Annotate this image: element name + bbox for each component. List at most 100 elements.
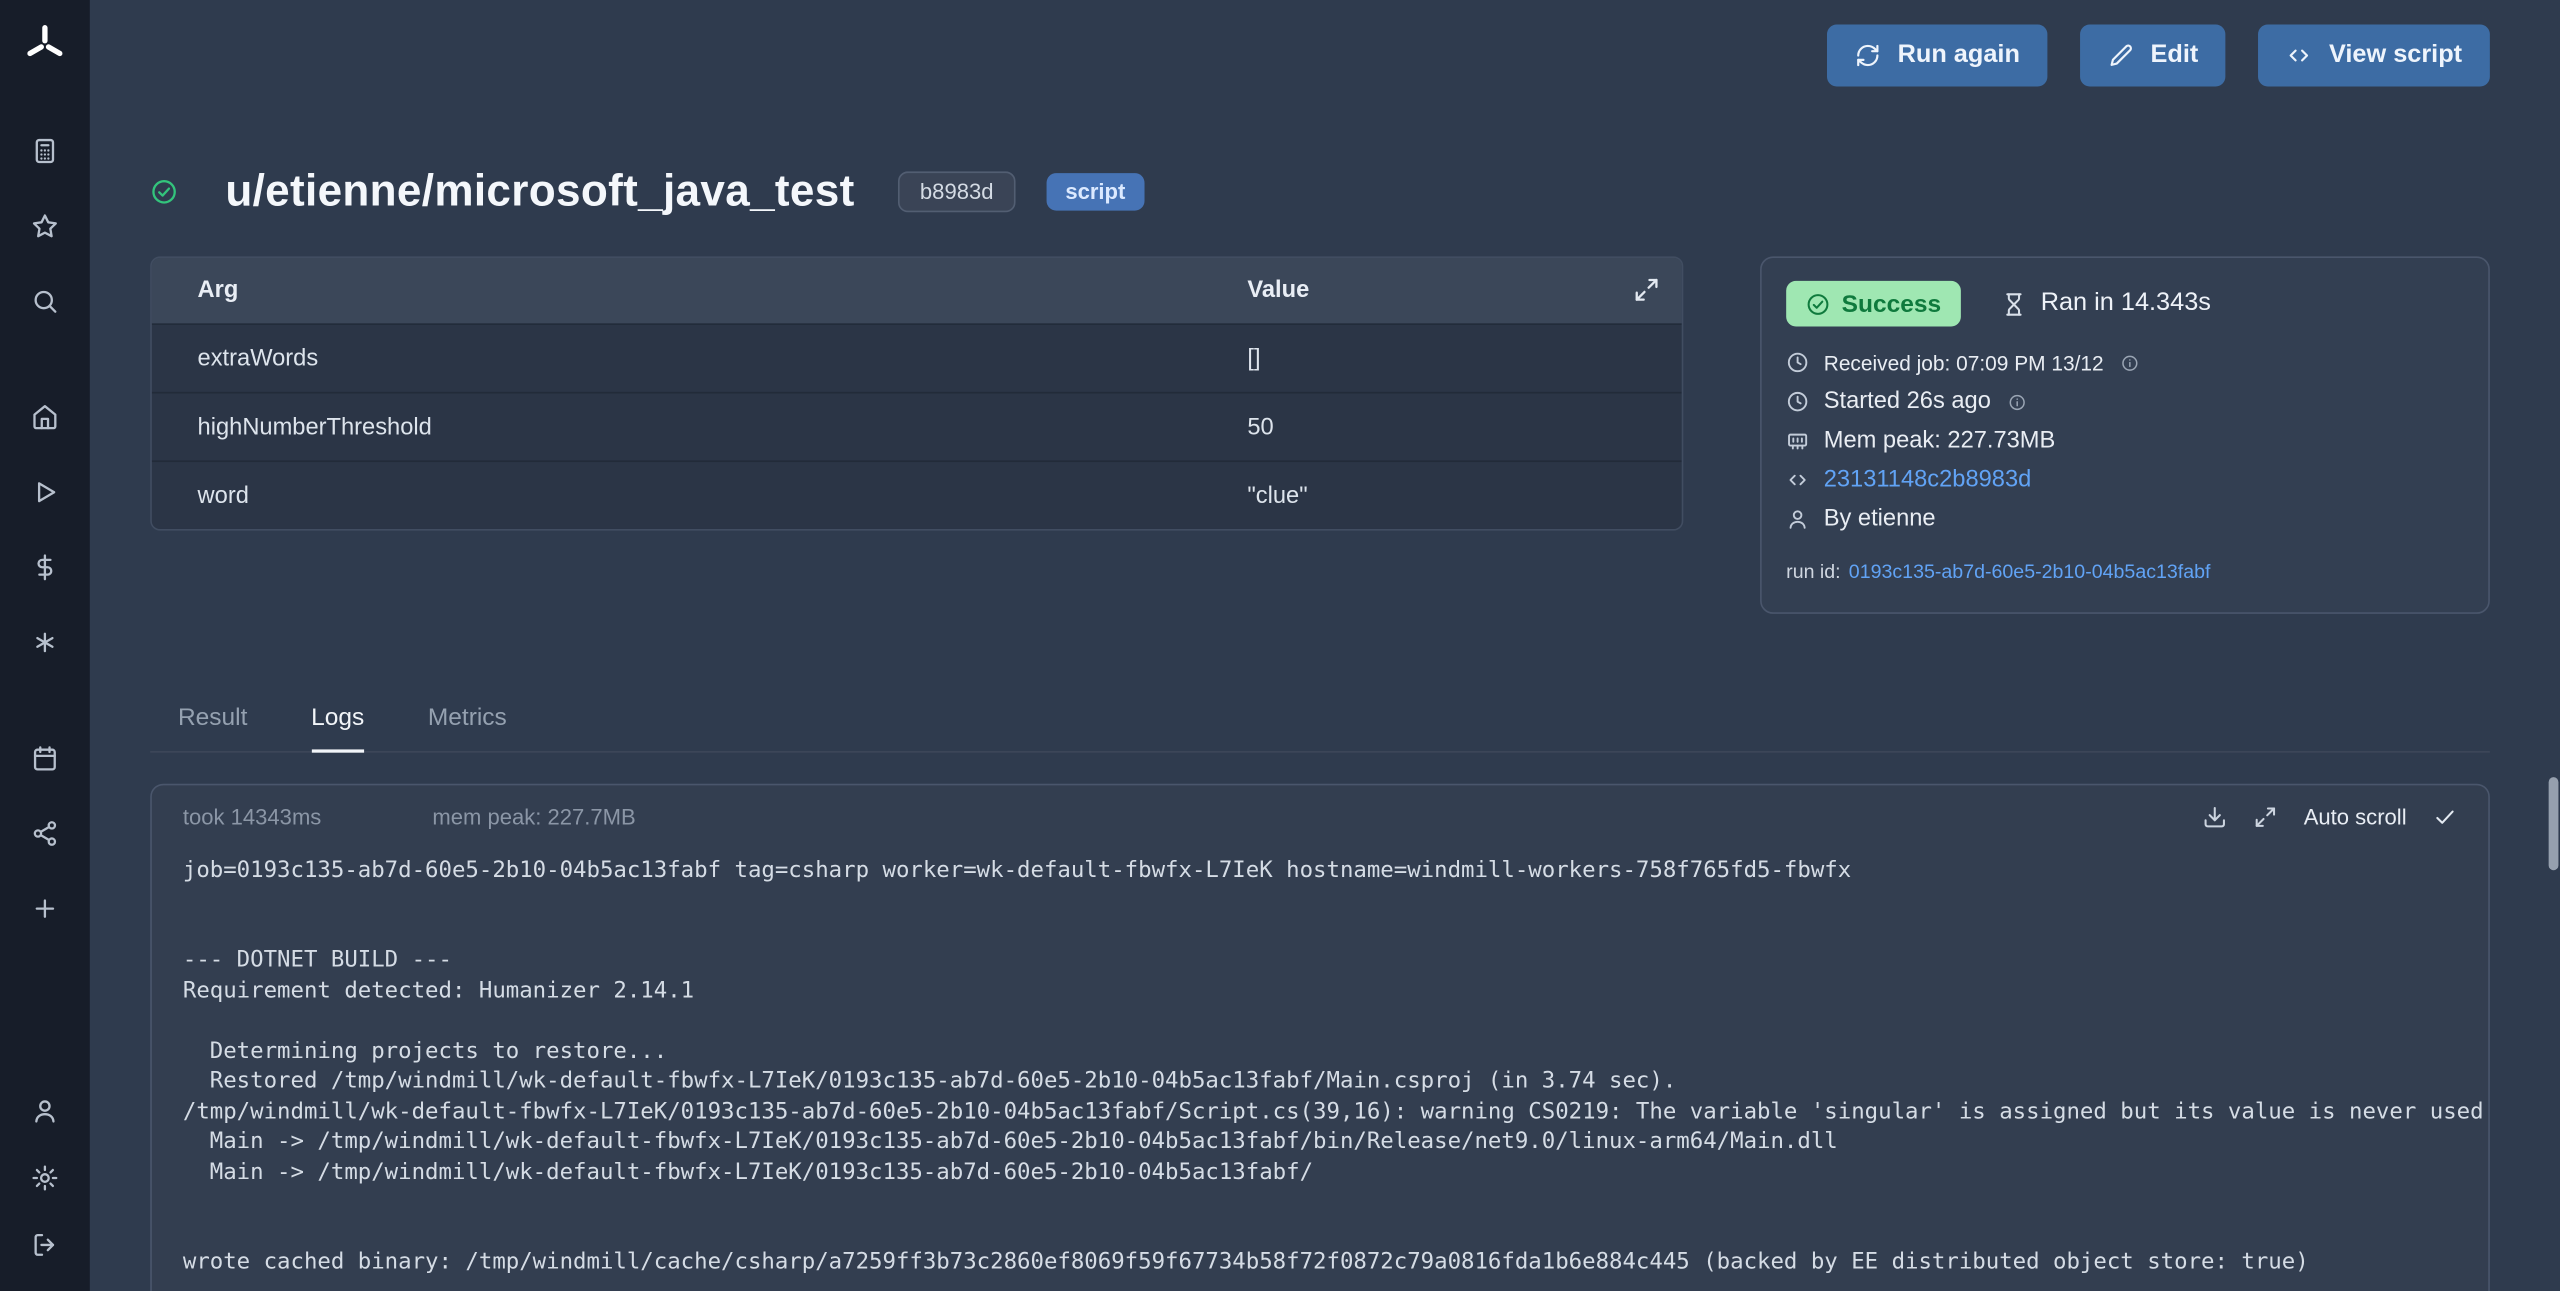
arg-value: [] [1247, 345, 1681, 371]
arg-row: highNumberThreshold50 [152, 392, 1682, 461]
auto-scroll-check-icon[interactable] [2433, 805, 2457, 829]
script-hash-link[interactable]: 23131148c2b8983d [1824, 467, 2032, 493]
success-status-icon [150, 177, 178, 205]
column-value: Value [1247, 278, 1681, 304]
scrollbar-thumb[interactable] [2549, 777, 2559, 870]
args-table-header: Arg Value [152, 258, 1682, 323]
sidebar-item-resources[interactable] [12, 604, 77, 679]
refresh-icon [1855, 42, 1881, 68]
status-panel: Success Ran in 14.343s Received job: 07:… [1760, 256, 2490, 614]
edit-label: Edit [2151, 41, 2199, 70]
run-duration: Ran in 14.343s [2002, 289, 2211, 318]
tab-metrics[interactable]: Metrics [428, 704, 507, 753]
sidebar-item-create[interactable] [12, 870, 77, 945]
args-table-body: extraWords[]highNumberThreshold50word"cl… [152, 323, 1682, 529]
view-script-button[interactable]: View script [2259, 24, 2490, 86]
info-icon[interactable] [2122, 353, 2140, 371]
run-again-button[interactable]: Run again [1827, 24, 2047, 86]
arg-value: "clue" [1247, 482, 1681, 508]
home-icon [31, 402, 59, 430]
variables-icon [31, 553, 59, 581]
received-job-row: Received job: 07:09 PM 13/12 [1786, 346, 2464, 379]
run-id-label: run id: [1786, 560, 1840, 583]
edit-button[interactable]: Edit [2080, 24, 2226, 86]
settings-icon [31, 1164, 59, 1192]
sidebar-item-runs[interactable] [12, 454, 77, 529]
log-took: took 14343ms [183, 805, 321, 829]
sidebar-item-flows[interactable] [12, 795, 77, 870]
sidebar [0, 0, 90, 1291]
started-row: Started 26s ago [1786, 385, 2464, 418]
code-icon [2286, 42, 2312, 68]
clock-icon [1786, 390, 1809, 413]
status-top-row: Success Ran in 14.343s [1786, 281, 2464, 327]
auto-scroll-label[interactable]: Auto scroll [2304, 805, 2407, 829]
status-label: Success [1842, 290, 1941, 318]
run-duration-label: Ran in 14.343s [2041, 289, 2211, 318]
user-icon [1786, 508, 1809, 531]
title-row: u/etienne/microsoft_java_test b8983d scr… [150, 163, 2490, 219]
sidebar-item-workspace[interactable] [12, 113, 77, 188]
collapse-icon [31, 1231, 59, 1259]
sidebar-group [12, 720, 77, 945]
windmill-logo-icon [23, 23, 67, 67]
log-output[interactable]: job=0193c135-ab7d-60e5-2b10-04b5ac13fabf… [152, 833, 2488, 1291]
arg-value: 50 [1247, 414, 1681, 440]
flows-icon [31, 819, 59, 847]
sidebar-bottom [12, 1078, 77, 1279]
mem-peak-label: Mem peak: 227.73MB [1824, 428, 2056, 454]
author-row: By etienne [1786, 503, 2464, 536]
info-icon[interactable] [2009, 393, 2027, 411]
sidebar-nav [12, 113, 77, 986]
pencil-icon [2108, 42, 2134, 68]
sidebar-item-favorites[interactable] [12, 188, 77, 263]
received-job-label: Received job: 07:09 PM 13/12 [1824, 350, 2104, 374]
script-hash-row: 23131148c2b8983d [1786, 464, 2464, 497]
mem-peak-row: Mem peak: 227.73MB [1786, 425, 2464, 458]
sidebar-item-settings[interactable] [12, 1145, 77, 1212]
hash-badge[interactable]: b8983d [899, 171, 1015, 212]
code-icon [1786, 469, 1809, 492]
column-arg: Arg [152, 278, 1248, 304]
clock-icon [1786, 351, 1809, 374]
tab-logs[interactable]: Logs [311, 704, 364, 753]
log-actions: Auto scroll [2202, 805, 2457, 829]
arg-name: extraWords [152, 345, 1248, 371]
workspace-icon [31, 136, 59, 164]
hourglass-icon [2002, 291, 2026, 315]
page-scrollbar[interactable] [2549, 0, 2560, 1291]
tabs: Result Logs Metrics [150, 704, 2490, 753]
args-table: Arg Value extraWords[]highNumberThreshol… [150, 256, 1683, 530]
runs-icon [31, 478, 59, 506]
windmill-app: Run again Edit View script u/etienne/mic… [0, 0, 2560, 1291]
account-icon [31, 1097, 59, 1125]
search-icon [31, 287, 59, 315]
sidebar-item-variables[interactable] [12, 529, 77, 604]
tab-result[interactable]: Result [178, 704, 247, 753]
schedules-icon [31, 744, 59, 772]
arg-row: word"clue" [152, 460, 1682, 529]
arg-row: extraWords[] [152, 323, 1682, 392]
sidebar-item-schedules[interactable] [12, 720, 77, 795]
download-logs-icon[interactable] [2202, 805, 2226, 829]
run-id-link[interactable]: 0193c135-ab7d-60e5-2b10-04b5ac13fabf [1849, 560, 2211, 583]
windmill-logo[interactable] [23, 23, 67, 67]
started-label: Started 26s ago [1824, 389, 1991, 415]
sidebar-item-home[interactable] [12, 379, 77, 454]
expand-logs-icon[interactable] [2253, 805, 2277, 829]
log-mem-peak: mem peak: 227.7MB [432, 805, 635, 829]
expand-args-icon[interactable] [1633, 276, 1661, 304]
status-badge: Success [1786, 281, 1961, 327]
resources-icon [31, 628, 59, 656]
run-again-label: Run again [1898, 41, 2020, 70]
sidebar-item-collapse[interactable] [12, 1211, 77, 1278]
arg-name: word [152, 482, 1248, 508]
sidebar-item-search[interactable] [12, 263, 77, 338]
author-label: By etienne [1824, 506, 1936, 532]
sidebar-item-account[interactable] [12, 1078, 77, 1145]
main-content: Run again Edit View script u/etienne/mic… [90, 0, 2560, 1291]
page-title: u/etienne/microsoft_java_test [225, 163, 854, 219]
kind-badge[interactable]: script [1046, 172, 1145, 210]
create-icon [31, 894, 59, 922]
memory-icon [1786, 429, 1809, 452]
